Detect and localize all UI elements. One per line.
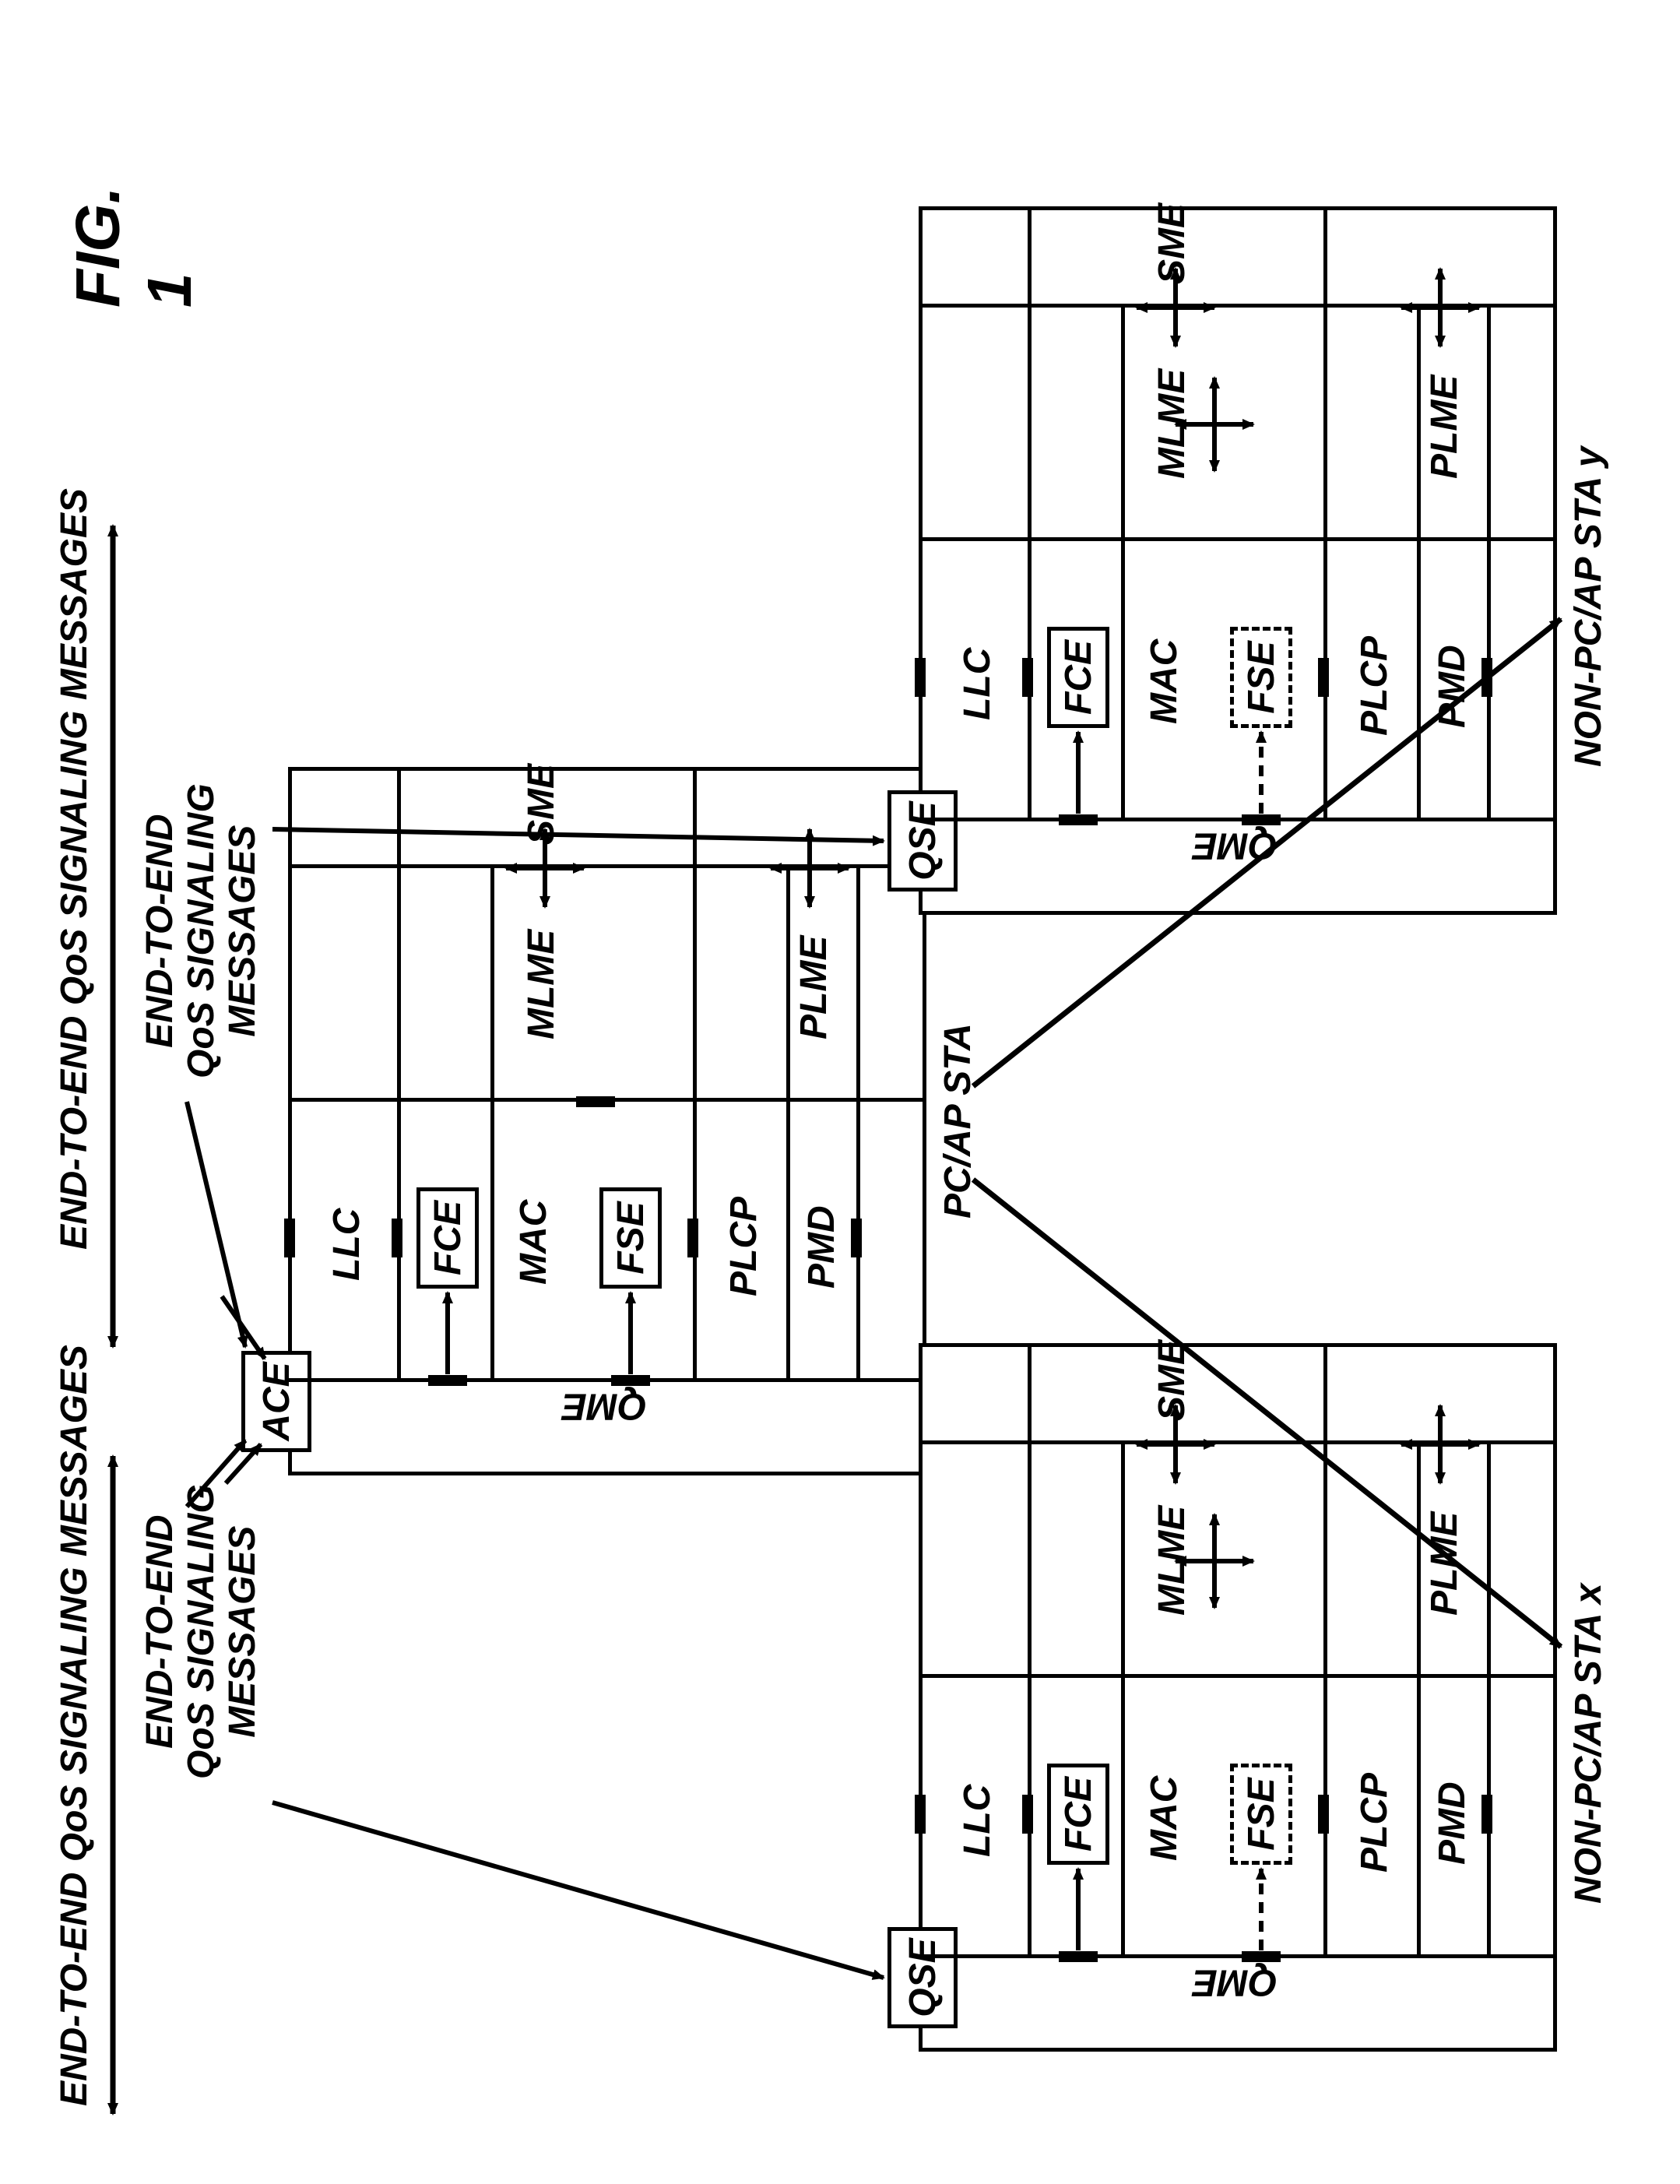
left-fse-box: FSE <box>1230 1764 1292 1865</box>
left-qse-box: QSE <box>887 1927 958 2028</box>
right-h5 <box>1487 308 1491 821</box>
left-pmd: PMD <box>1432 1781 1474 1865</box>
right-div3 <box>919 304 1557 308</box>
right-qme-label: QME <box>1193 825 1278 866</box>
right-station-outer <box>919 206 1557 915</box>
left-mac: MAC <box>1144 1776 1186 1861</box>
center-llc: LLC <box>327 1208 368 1281</box>
left-plcp: PLCP <box>1355 1773 1396 1873</box>
left-llc: LLC <box>958 1785 999 1857</box>
right-fce-box: FCE <box>1047 627 1109 728</box>
label-right-drop: END-TO-END QoS SIGNALING MESSAGES <box>140 783 263 1078</box>
ace-box: ACE <box>241 1351 311 1452</box>
left-mlme: MLME <box>1152 1506 1193 1616</box>
center-plme: PLME <box>794 936 835 1039</box>
center-h5 <box>856 868 860 1382</box>
left-station-caption: NON-PC/AP STA x <box>1569 1583 1610 1904</box>
right-mac: MAC <box>1144 639 1186 724</box>
center-div3 <box>288 864 926 868</box>
label-left-drop: END-TO-END QoS SIGNALING MESSAGES <box>140 1484 263 1779</box>
left-h5 <box>1487 1444 1491 1958</box>
center-fse-box: FSE <box>599 1187 662 1289</box>
right-plcp: PLCP <box>1355 636 1396 736</box>
center-station-caption: PC/AP STA <box>938 1023 979 1219</box>
label-top-right-arrow: END-TO-END QoS SIGNALING MESSAGES <box>54 488 96 1250</box>
left-plme: PLME <box>1425 1512 1466 1616</box>
left-h3 <box>1323 1343 1327 1958</box>
left-h4 <box>1417 1444 1421 1958</box>
figure-caption: FIG. 1 <box>62 186 206 308</box>
center-h2 <box>490 868 494 1382</box>
center-mlme: MLME <box>522 930 563 1039</box>
center-h1 <box>397 767 401 1382</box>
right-h3 <box>1323 206 1327 821</box>
center-sme: SME <box>522 764 563 845</box>
center-pmd: PMD <box>802 1205 843 1289</box>
right-station-caption: NON-PC/AP STA y <box>1569 446 1610 767</box>
center-fce-box: FCE <box>416 1187 479 1289</box>
center-div2 <box>288 1098 926 1102</box>
center-plcp: PLCP <box>724 1197 765 1296</box>
left-h2 <box>1121 1444 1125 1958</box>
center-station-outer <box>288 767 926 1475</box>
left-qme-label: QME <box>1193 1961 1278 2003</box>
left-station-outer <box>919 1343 1557 2052</box>
right-div2 <box>919 537 1557 541</box>
left-fce-box: FCE <box>1047 1764 1109 1865</box>
right-h1 <box>1028 206 1032 821</box>
right-fse-box: FSE <box>1230 627 1292 728</box>
diagram-canvas: FIG. 1 END-TO-END QoS SIGNALING MESSAGES… <box>31 535 1680 2153</box>
right-pmd: PMD <box>1432 645 1474 728</box>
center-div1 <box>288 1378 926 1382</box>
right-h4 <box>1417 308 1421 821</box>
left-div1 <box>919 1954 1557 1958</box>
right-plme: PLME <box>1425 375 1466 479</box>
left-div2 <box>919 1674 1557 1678</box>
label-top-left-arrow: END-TO-END QoS SIGNALING MESSAGES <box>54 1345 96 2106</box>
left-h1 <box>1028 1343 1032 1958</box>
right-qse-box: QSE <box>887 790 958 892</box>
center-h3 <box>693 767 697 1382</box>
right-div1 <box>919 818 1557 821</box>
right-llc: LLC <box>958 648 999 720</box>
center-mac: MAC <box>514 1200 555 1285</box>
right-h2 <box>1121 308 1125 821</box>
left-sme: SME <box>1152 1340 1193 1421</box>
center-h4 <box>786 868 790 1382</box>
center-qme-label: QME <box>562 1385 647 1426</box>
right-mlme: MLME <box>1152 369 1193 479</box>
left-div3 <box>919 1440 1557 1444</box>
right-sme: SME <box>1152 203 1193 284</box>
